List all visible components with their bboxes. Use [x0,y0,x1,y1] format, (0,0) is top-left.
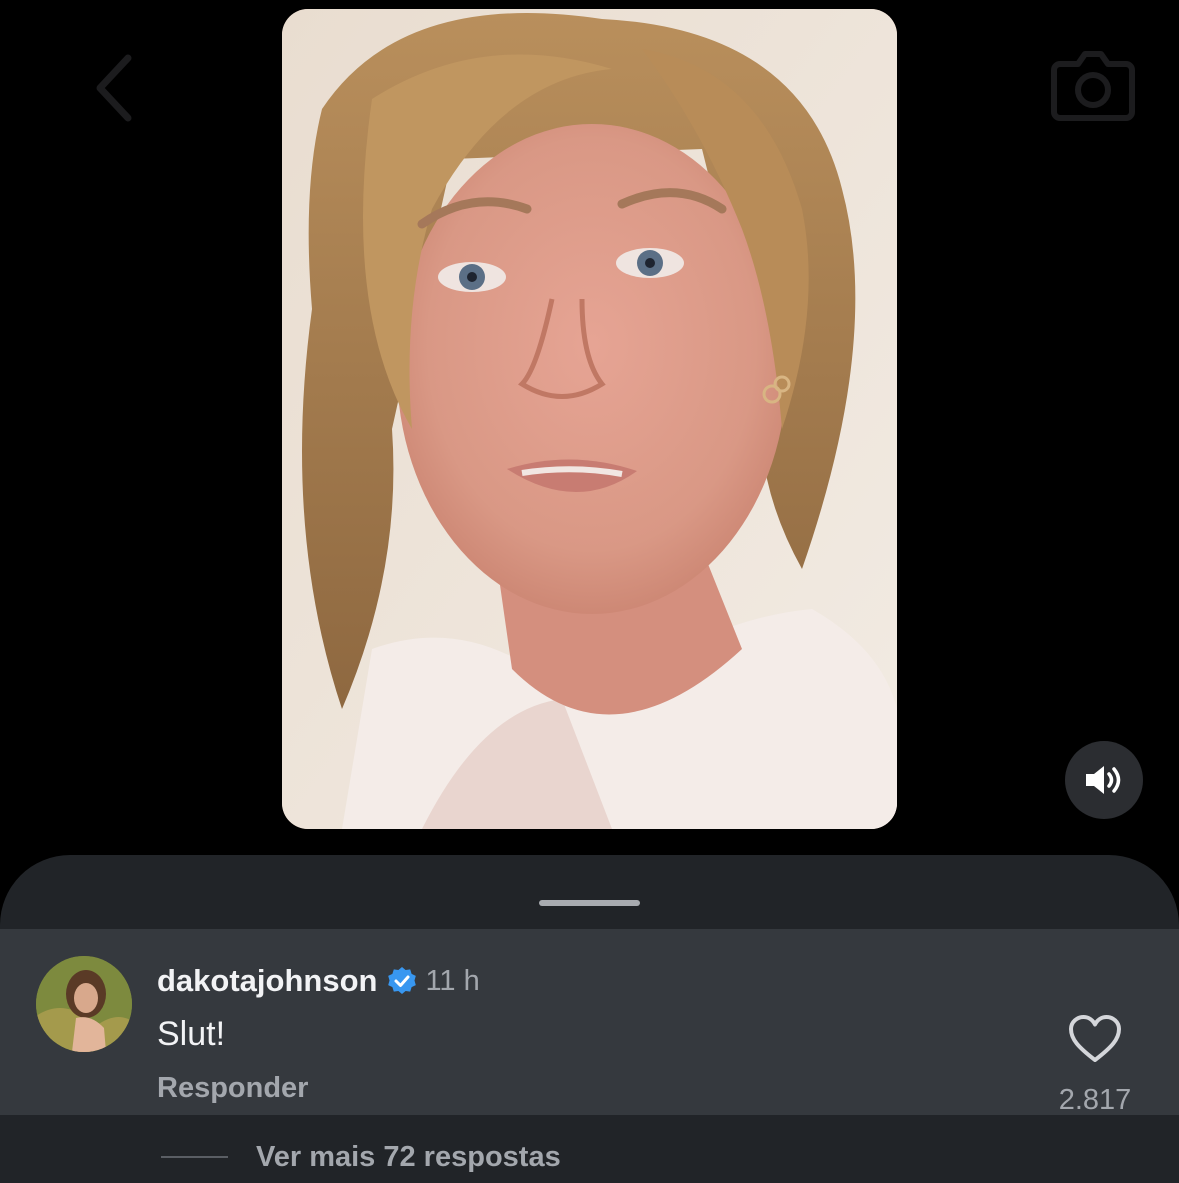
comment-text: Slut! [157,1015,226,1053]
reel-video[interactable] [282,9,897,829]
back-button[interactable] [82,48,152,128]
comment-header: dakotajohnson 11 h [157,961,480,1001]
view-more-replies-button[interactable]: Ver mais 72 respostas [256,1141,561,1174]
comments-sheet: dakotajohnson 11 h Slut! Responder 2.817… [0,855,1179,1183]
more-replies-row: Ver mais 72 respostas [0,1115,1179,1183]
sound-toggle-button[interactable] [1065,741,1143,819]
like-button[interactable] [1068,1014,1122,1064]
camera-icon [1051,51,1135,121]
reel-comments-screen: dakotajohnson 11 h Slut! Responder 2.817… [0,0,1179,1183]
verified-badge-icon [388,967,417,994]
comment-item: dakotajohnson 11 h Slut! Responder 2.817 [0,929,1179,1116]
chevron-left-icon [96,54,132,122]
avatar-image [36,956,132,1052]
like-count: 2.817 [1058,1084,1132,1116]
speaker-on-icon [1086,766,1121,794]
avatar[interactable] [36,956,132,1052]
comment-timestamp: 11 h [425,964,480,997]
camera-button[interactable] [1050,40,1136,126]
heart-outline-icon [1069,1015,1121,1062]
sheet-drag-handle[interactable] [539,900,640,906]
video-frame-image [282,9,897,829]
replies-divider [161,1156,228,1158]
reply-button[interactable]: Responder [157,1072,308,1105]
comment-username[interactable]: dakotajohnson [157,963,377,999]
